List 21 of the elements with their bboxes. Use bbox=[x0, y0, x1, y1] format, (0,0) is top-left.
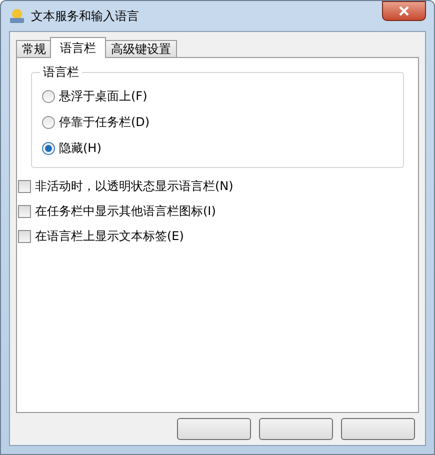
checkbox[interactable] bbox=[18, 230, 31, 243]
checkbox-label: 在语言栏上显示文本标签(E) bbox=[35, 228, 184, 245]
window-title: 文本服务和输入语言 bbox=[31, 8, 139, 24]
radio-button[interactable] bbox=[42, 142, 55, 154]
radio-button[interactable] bbox=[42, 90, 55, 102]
blank-button[interactable] bbox=[177, 418, 251, 440]
blank-button[interactable] bbox=[341, 418, 415, 440]
checkbox[interactable] bbox=[18, 205, 31, 218]
radio-label: 停靠于任务栏(D) bbox=[59, 114, 150, 130]
radio-label: 隐藏(H) bbox=[59, 140, 102, 156]
close-button[interactable] bbox=[382, 1, 426, 21]
checkbox-label: 在任务栏中显示其他语言栏图标(I) bbox=[35, 203, 216, 220]
checkbox-label: 非活动时，以透明状态显示语言栏(N) bbox=[35, 178, 234, 195]
radio-button[interactable] bbox=[42, 116, 55, 128]
tab[interactable]: 语言栏 bbox=[50, 37, 106, 58]
group-title: 语言栏 bbox=[42, 64, 80, 81]
close-icon bbox=[399, 6, 409, 16]
tab[interactable]: 高级键设置 bbox=[105, 40, 177, 58]
checkbox[interactable] bbox=[18, 180, 31, 193]
radio-label: 悬浮于桌面上(F) bbox=[59, 88, 148, 104]
blank-button[interactable] bbox=[259, 418, 333, 440]
